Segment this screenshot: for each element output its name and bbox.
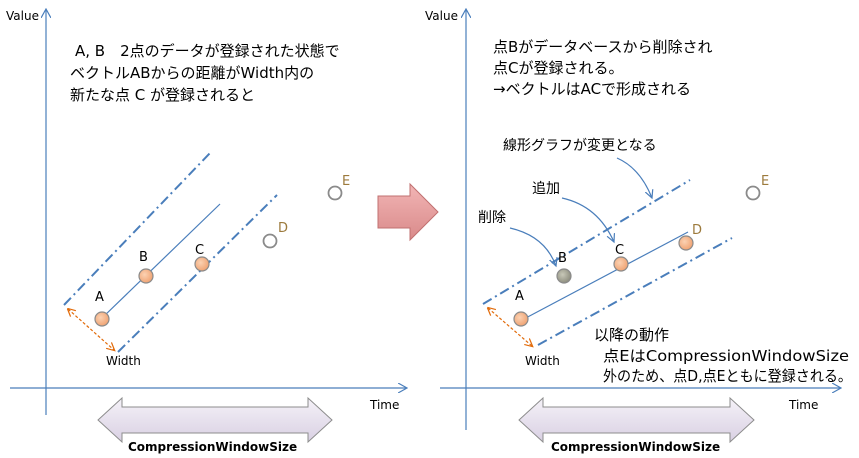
left-width-label: Width [106, 354, 141, 368]
right-point-e [745, 185, 761, 201]
right-callout-delete: 削除 [478, 210, 506, 226]
left-upper-width-line [63, 152, 211, 306]
left-description-line-2: ベクトルABからの距離がWidth内の [70, 64, 314, 82]
left-point-b-label: B [139, 250, 148, 265]
right-point-c [613, 256, 629, 272]
left-point-c-label: C [195, 243, 204, 258]
right-description-line-1: 点Bがデータベースから削除され [493, 38, 713, 56]
right-callout-graph-change-arrow [616, 157, 652, 198]
left-point-e [327, 185, 343, 201]
right-subsequent-line-2: 点EはCompressionWindowSize [603, 347, 849, 365]
left-panel: Value Time A, B 2点のデータが登録された状態で ベクトルABから… [6, 9, 406, 454]
right-x-axis-label: Time [788, 398, 818, 412]
left-point-a [94, 311, 110, 327]
right-point-d-label: D [692, 223, 702, 238]
right-cws-label: CompressionWindowSize [551, 440, 720, 454]
right-description-line-2: 点Cが登録される。 [493, 59, 623, 77]
transition-arrow [377, 182, 439, 242]
left-y-axis-label: Value [6, 9, 39, 23]
right-point-a [513, 311, 529, 327]
right-subsequent-line-1: 以降の動作 [594, 326, 669, 344]
left-description-line-3: 新たな点 C が登録されると [70, 86, 255, 104]
left-point-a-label: A [95, 290, 104, 305]
right-callout-add-arrow [561, 197, 614, 242]
right-point-d [678, 235, 694, 251]
right-width-label: Width [525, 354, 560, 368]
right-callout-graph-change: 線形グラフが変更となる [503, 137, 657, 154]
left-point-d-label: D [278, 221, 288, 236]
right-callout-delete-arrow [509, 227, 556, 266]
right-callout-add: 追加 [532, 181, 560, 197]
right-point-c-label: C [615, 243, 624, 258]
right-point-e-label: E [761, 174, 769, 189]
left-cws-label: CompressionWindowSize [128, 440, 297, 454]
right-subsequent-line-3: 外のため、点D,点Eともに登録される。 [603, 367, 852, 385]
right-point-b-removed [556, 268, 572, 284]
right-panel: Value Time 点Bがデータベースから削除され 点Cが登録される。 →ベク… [425, 9, 852, 454]
left-point-c [194, 256, 210, 272]
left-point-b [138, 268, 154, 284]
right-cws-arrow [518, 396, 755, 444]
left-x-axis-label: Time [369, 398, 399, 412]
left-cws-arrow [97, 396, 333, 444]
right-point-a-label: A [515, 289, 524, 304]
left-point-d [262, 233, 278, 249]
diagram-canvas: Value Time A, B 2点のデータが登録された状態で ベクトルABから… [6, 0, 852, 454]
right-y-axis-label: Value [425, 9, 458, 23]
right-description-line-3: →ベクトルはACで形成される [493, 80, 691, 98]
left-point-e-label: E [342, 174, 350, 189]
right-point-b-label: B [558, 251, 567, 266]
left-description-line-1: A, B 2点のデータが登録された状態で [75, 42, 340, 60]
